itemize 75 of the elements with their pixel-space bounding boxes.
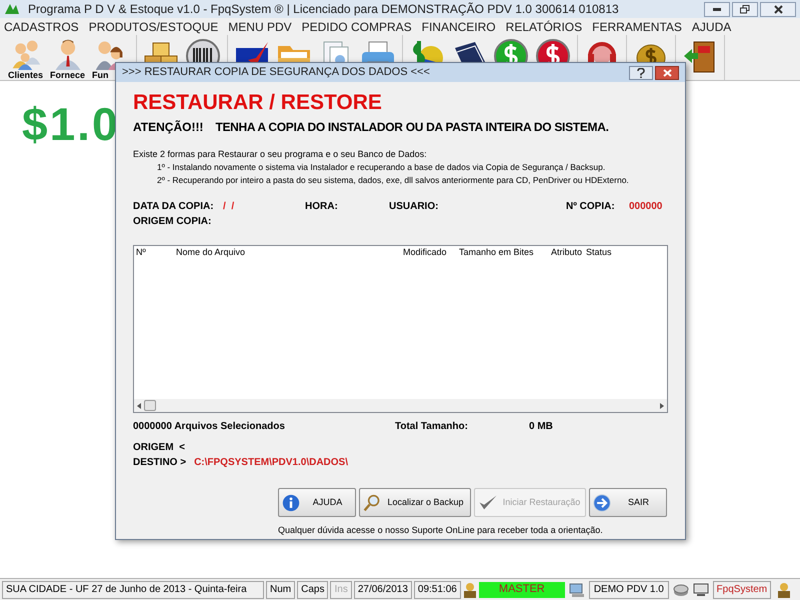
info-icon: [282, 494, 300, 512]
date-value: / /: [223, 200, 236, 214]
field-label: HORA:: [305, 200, 339, 214]
status-panel: Caps: [297, 580, 328, 598]
option-text: 2º - Recuperando por inteiro a pasta do seu sistema, dados, exe, dll salvos anteriormente para CD, PenDriver ou HDExterno.: [157, 174, 629, 187]
menu-item[interactable]: FINANCEIRO: [422, 18, 496, 36]
column-header[interactable]: Nome do Arquivo: [174, 246, 401, 260]
help-button[interactable]: [629, 66, 653, 80]
status-panel: 09:51:06: [414, 580, 461, 598]
toolbar-button[interactable]: Clientes: [8, 36, 48, 80]
status-panel: SUA CIDADE - UF 27 de Junho de 2013 - Quinta-feira: [2, 580, 264, 598]
check-icon: [478, 494, 498, 511]
restore-button[interactable]: [732, 2, 758, 16]
dialog-button[interactable]: Localizar o Backup: [359, 488, 471, 517]
status-panel: Num: [266, 580, 296, 598]
field-label: DATA DA COPIA:: [133, 200, 215, 214]
close-button[interactable]: [760, 2, 796, 16]
monitor-icon: [692, 582, 709, 596]
column-header[interactable]: Status: [584, 246, 634, 260]
search-icon: [363, 494, 381, 512]
close-button[interactable]: [655, 66, 679, 80]
dialog-title: >>> RESTAURAR COPIA DE SEGURANÇA DOS DADOS <<<: [122, 65, 431, 80]
status-panel: DEMO PDV 1.0: [588, 580, 669, 598]
scroll-left-icon: [137, 402, 141, 408]
user-icon: [462, 582, 477, 598]
field-label: USUARIO:: [389, 200, 440, 214]
window-title: Programa P D V & Estoque v1.0 - FpqSystem ® | Licenciado para DEMONSTRAÇÃO PDV 1.0 300614 010813: [28, 1, 620, 18]
arrow-right-icon: [593, 494, 611, 512]
field-label: Nº COPIA:: [566, 200, 616, 214]
total-label: Total Tamanho:: [395, 420, 469, 434]
app-icon: [4, 2, 20, 16]
dialog-heading: RESTAURAR / RESTORE: [133, 90, 383, 116]
menu-item[interactable]: RELATÓRIOS: [506, 18, 582, 36]
status-panel: 27/06/2013: [354, 580, 412, 598]
status-panel: Ins: [330, 580, 352, 598]
restore-icon: [740, 4, 750, 14]
column-header[interactable]: Nº: [134, 246, 174, 260]
toolbar-button[interactable]: Fornece: [50, 36, 90, 80]
menu-item[interactable]: MENU PDV: [228, 18, 292, 36]
total-value: 0 MB: [529, 420, 553, 434]
copy-number: 000000: [629, 200, 662, 214]
destination-path: C:\FPQSYSTEM\PDV1.0\DADOS\: [194, 456, 348, 470]
close-icon: [662, 68, 672, 76]
origin-label: ORIGEM <: [133, 441, 186, 455]
column-header[interactable]: Tamanho em Bites: [457, 246, 549, 260]
column-header[interactable]: Modificado: [401, 246, 457, 260]
column-header[interactable]: Atributo: [549, 246, 584, 260]
menu-item[interactable]: AJUDA: [692, 18, 732, 36]
dialog-button[interactable]: SAIR: [589, 488, 667, 517]
question-icon: [637, 68, 645, 78]
field-label: ORIGEM COPIA:: [133, 215, 212, 229]
disk-icon: [672, 582, 689, 596]
minimize-button[interactable]: [704, 2, 730, 16]
minimize-icon: [713, 8, 721, 10]
scroll-right-icon: [660, 402, 664, 408]
menu-item[interactable]: PRODUTOS/ESTOQUE: [88, 18, 218, 36]
menu-item[interactable]: CADASTROS: [4, 18, 79, 36]
scroll-thumb[interactable]: [144, 400, 156, 411]
computer-icon: [568, 582, 585, 596]
user-icon: [776, 582, 791, 598]
intro-text: Existe 2 formas para Restaurar o seu programa e o seu Banco de Dados:: [133, 148, 427, 161]
horizontal-scrollbar[interactable]: [134, 399, 667, 412]
dialog-button[interactable]: AJUDA: [278, 488, 356, 517]
user-status: MASTER: [478, 582, 565, 598]
close-icon: [774, 4, 782, 14]
option-text: 1º - Instalando novamente o sistema via Instalador e recuperando a base de dados via Copia de Segurança / Backsup.: [157, 161, 606, 174]
selected-count: 0000000 Arquivos Selecionados: [133, 420, 286, 434]
warning-label: ATENÇÃO!!!: [133, 119, 204, 136]
destination-label: DESTINO >: [133, 456, 186, 470]
menu-item[interactable]: PEDIDO COMPRAS: [302, 18, 412, 36]
logo: $1.0: [22, 101, 120, 147]
menu-item[interactable]: FERRAMENTAS: [592, 18, 682, 36]
status-panel: FpqSystem: [712, 580, 771, 598]
warning-text: TENHA A COPIA DO INSTALADOR OU DA PASTA INTEIRA DO SISTEMA.: [215, 119, 609, 136]
footer-text: Qualquer dúvida acesse o nosso Suporte OnLine para receber toda a orientação.: [278, 524, 604, 537]
